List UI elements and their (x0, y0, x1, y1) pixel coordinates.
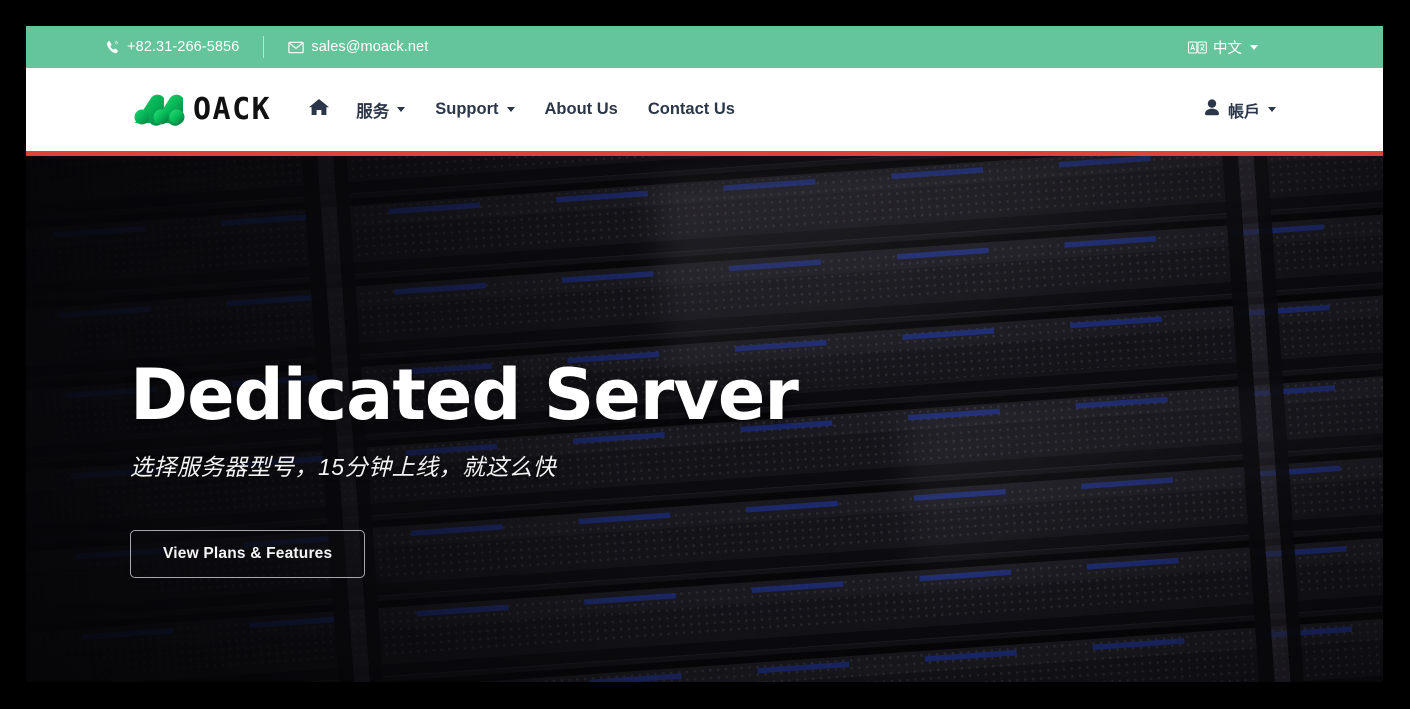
hero-subtitle: 选择服务器型号，15分钟上线，就这么快 (130, 454, 557, 481)
top-contact-bar: +82.31-266-5856 sales@moack.net 中文 (26, 26, 1383, 68)
nav-item-services[interactable]: 服务 (341, 68, 420, 151)
envelope-icon (288, 41, 305, 54)
hero-content: Dedicated Server 选择服务器型号，15分钟上线，就这么快 Vie… (130, 354, 799, 579)
chevron-down-icon (1250, 44, 1258, 50)
nav-label-contact-us: Contact Us (647, 100, 735, 118)
logo-link[interactable]: OACK (130, 89, 271, 131)
nav-item-home[interactable] (297, 68, 341, 151)
hero-title: Dedicated Server (130, 354, 799, 436)
email-link[interactable]: sales@moack.net (288, 39, 428, 55)
primary-navigation: 服务 Support About Us Contact Us (297, 68, 750, 151)
language-label: 中文 (1213, 40, 1242, 57)
phone-link[interactable]: +82.31-266-5856 (105, 39, 239, 55)
nav-item-about-us[interactable]: About Us (530, 68, 633, 151)
home-icon (309, 98, 330, 121)
nav-item-support[interactable]: Support (420, 68, 529, 151)
contact-divider (263, 36, 265, 58)
nav-label-support: Support (435, 100, 499, 118)
nav-label-about-us: About Us (544, 100, 618, 118)
account-menu[interactable]: 帳戶 (1204, 98, 1276, 122)
view-plans-button[interactable]: View Plans & Features (130, 530, 366, 579)
phone-icon (105, 40, 120, 55)
logo-wordmark: OACK (193, 92, 272, 127)
site-header: OACK 服务 Support About Us Contact Us 帳戶 (26, 68, 1383, 151)
phone-number: +82.31-266-5856 (127, 39, 240, 55)
nav-label-services: 服务 (356, 102, 390, 121)
nav-item-contact-us[interactable]: Contact Us (633, 68, 750, 151)
email-address: sales@moack.net (311, 39, 429, 55)
hero-banner: Dedicated Server 选择服务器型号，15分钟上线，就这么快 Vie… (26, 156, 1383, 682)
translate-icon (1188, 40, 1207, 54)
language-selector[interactable]: 中文 (1188, 37, 1258, 58)
page-viewport: +82.31-266-5856 sales@moack.net 中文 OACK … (26, 26, 1383, 682)
contact-info-group: +82.31-266-5856 sales@moack.net (105, 36, 428, 58)
user-icon (1204, 98, 1220, 121)
chevron-down-icon (1268, 107, 1276, 112)
moack-logo-icon (130, 89, 192, 131)
chevron-down-icon (506, 107, 515, 112)
chevron-down-icon (397, 107, 406, 112)
account-label: 帳戶 (1227, 103, 1260, 121)
